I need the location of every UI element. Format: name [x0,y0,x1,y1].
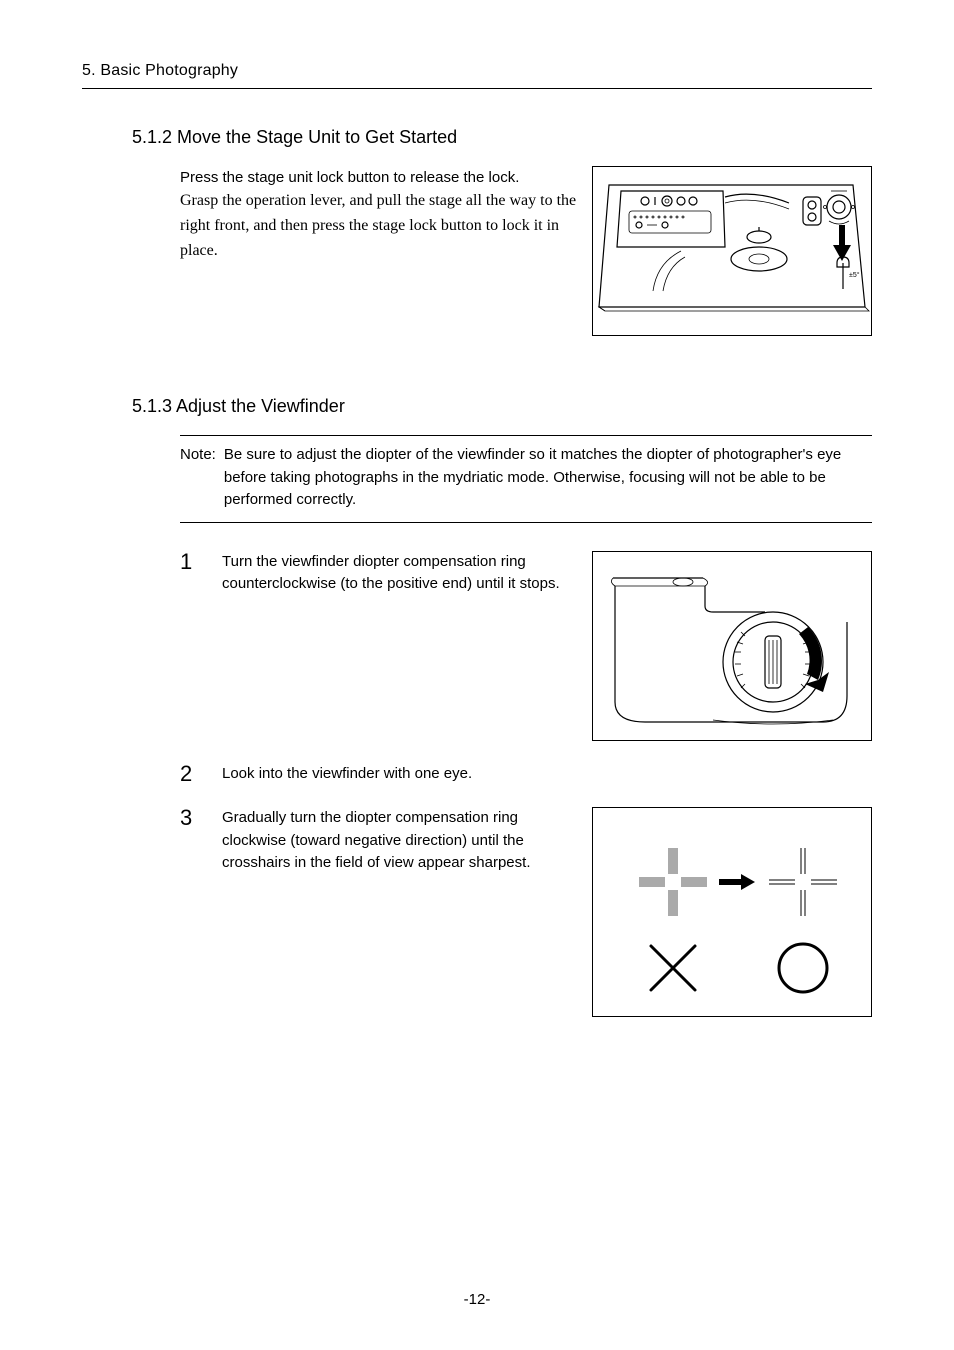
note-513: Note: Be sure to adjust the diopter of t… [180,435,872,523]
intro-512-p1: Press the stage unit lock button to rele… [180,166,580,189]
step-3: 3 Gradually turn the diopter compensatio… [180,807,872,1017]
step-1: 1 Turn the viewfinder diopter compensati… [180,551,872,741]
intro-512-text: Press the stage unit lock button to rele… [180,166,580,264]
note-label: Note: [180,444,216,512]
figure-crosshairs [592,807,872,1017]
svg-text:±5°: ±5° [849,271,860,279]
page-number: -12- [0,1291,954,1308]
step-1-num: 1 [180,551,196,573]
step-3-num: 3 [180,807,196,829]
heading-513: 5.1.3 Adjust the Viewfinder [132,396,872,417]
intro-512-p2: Grasp the operation lever, and pull the … [180,189,580,263]
step-2: 2 Look into the viewfinder with one eye. [180,763,872,786]
step-1-text: Turn the viewfinder diopter compensation… [222,551,580,596]
step-2-num: 2 [180,763,196,785]
note-text: Be sure to adjust the diopter of the vie… [224,444,872,512]
intro-512: Press the stage unit lock button to rele… [180,166,872,336]
step-2-text: Look into the viewfinder with one eye. [222,763,872,786]
figure-stage-panel: ±5° [592,166,872,336]
heading-512: 5.1.2 Move the Stage Unit to Get Started [132,127,872,148]
step-3-text: Gradually turn the diopter compensation … [222,807,580,875]
page: 5. Basic Photography 5.1.2 Move the Stag… [0,0,954,1350]
chapter-header: 5. Basic Photography [82,62,872,89]
figure-viewfinder [592,551,872,741]
